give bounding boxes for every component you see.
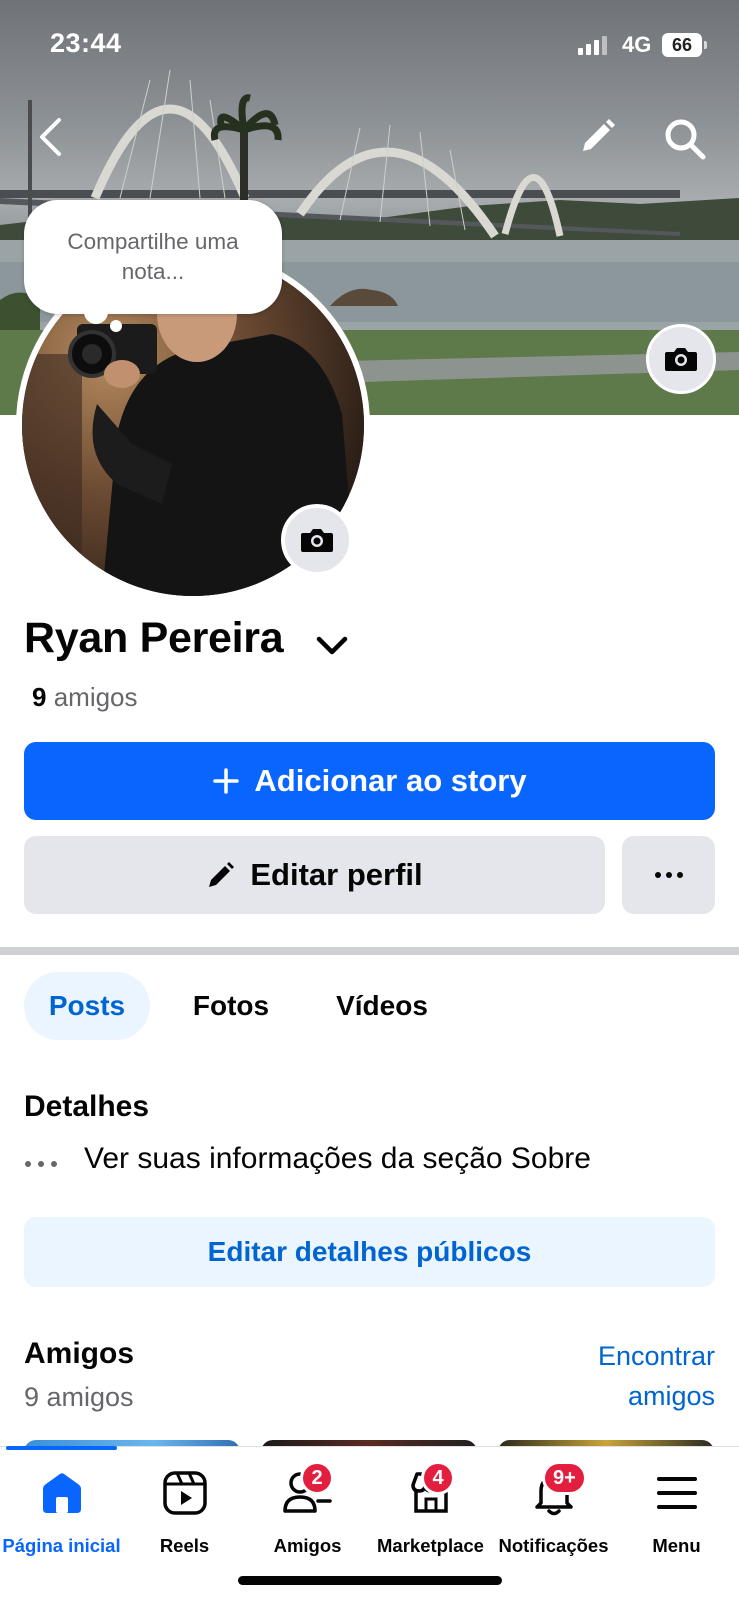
home-indicator	[238, 1576, 502, 1585]
tab-videos[interactable]: Vídeos	[314, 972, 450, 1040]
share-note-bubble[interactable]: Compartilhe uma nota...	[24, 200, 282, 314]
edit-profile-label: Editar perfil	[250, 857, 423, 892]
network-type: 4G	[622, 32, 652, 57]
edit-public-details-button[interactable]: Editar detalhes públicos	[24, 1217, 715, 1287]
signal-icon	[578, 35, 607, 55]
pencil-icon	[209, 862, 235, 887]
nav-friends[interactable]: 2 Amigos	[246, 1447, 369, 1557]
chevron-down-icon	[316, 636, 348, 655]
friends-count-text: 9 amigos	[24, 1382, 134, 1412]
nav-marketplace-label: Marketplace	[377, 1535, 484, 1556]
pencil-icon	[583, 119, 615, 151]
details-heading: Detalhes	[24, 1090, 150, 1123]
more-options-button[interactable]	[622, 836, 715, 914]
nav-reels-label: Reels	[159, 1535, 210, 1556]
more-dots-icon	[24, 1149, 84, 1169]
nav-home[interactable]: Página inicial	[0, 1447, 123, 1557]
tab-posts[interactable]: Posts	[24, 972, 150, 1040]
nav-notifications-label: Notificações	[498, 1535, 609, 1556]
friends-heading: Amigos	[24, 1337, 135, 1370]
battery-tip	[704, 41, 707, 49]
note-placeholder: Compartilhe uma nota...	[67, 229, 239, 284]
nav-menu[interactable]: Menu	[615, 1447, 738, 1557]
friends-badge: 2	[300, 1461, 334, 1495]
about-section-text: Ver suas informações da seção Sobre	[84, 1142, 591, 1175]
edit-public-details-label: Editar detalhes públicos	[207, 1236, 532, 1267]
friends-summary[interactable]: 9 amigos	[32, 682, 138, 713]
reels-icon	[162, 1471, 207, 1515]
about-section-link[interactable]: Ver suas informações da seção Sobre	[24, 1142, 591, 1176]
nav-notifications[interactable]: 9+ Notificações	[492, 1447, 615, 1557]
nav-reels[interactable]: Reels	[123, 1447, 246, 1557]
tab-fotos[interactable]: Fotos	[168, 972, 294, 1040]
more-dots-icon	[654, 872, 683, 878]
status-time: 23:44	[50, 28, 122, 58]
camera-icon	[665, 348, 697, 371]
friends-count: 9	[32, 682, 47, 712]
status-bar: 23:44 4G 66	[0, 0, 739, 90]
nav-marketplace[interactable]: 4 Marketplace	[369, 1447, 492, 1557]
profile-name: Ryan Pereira	[24, 614, 284, 662]
add-to-story-button[interactable]: Adicionar ao story	[24, 742, 715, 820]
home-icon	[42, 1473, 81, 1513]
back-button[interactable]	[30, 112, 70, 162]
edit-profile-button[interactable]: Editar perfil	[24, 836, 605, 914]
friends-label: amigos	[53, 682, 138, 712]
profile-switcher-button[interactable]	[314, 632, 350, 660]
section-divider	[0, 947, 739, 955]
marketplace-badge: 4	[421, 1461, 455, 1495]
chevron-left-icon	[40, 118, 61, 156]
menu-icon	[656, 1477, 697, 1509]
camera-icon	[301, 529, 333, 552]
plus-icon	[213, 768, 240, 794]
find-friends-link[interactable]: Encontrar amigos	[555, 1336, 715, 1416]
note-bubble-tail-small	[110, 320, 122, 332]
add-to-story-label: Adicionar ao story	[254, 763, 527, 798]
cover-camera-button[interactable]	[646, 324, 716, 394]
battery-icon: 66	[662, 33, 702, 57]
edit-button[interactable]	[572, 112, 622, 162]
nav-friends-label: Amigos	[273, 1535, 342, 1556]
search-icon	[665, 119, 706, 160]
nav-menu-label: Menu	[652, 1535, 701, 1556]
notifications-badge: 9+	[542, 1461, 587, 1495]
note-bubble-tail	[84, 300, 108, 324]
search-button[interactable]	[658, 112, 712, 166]
profile-camera-button[interactable]	[281, 504, 353, 576]
